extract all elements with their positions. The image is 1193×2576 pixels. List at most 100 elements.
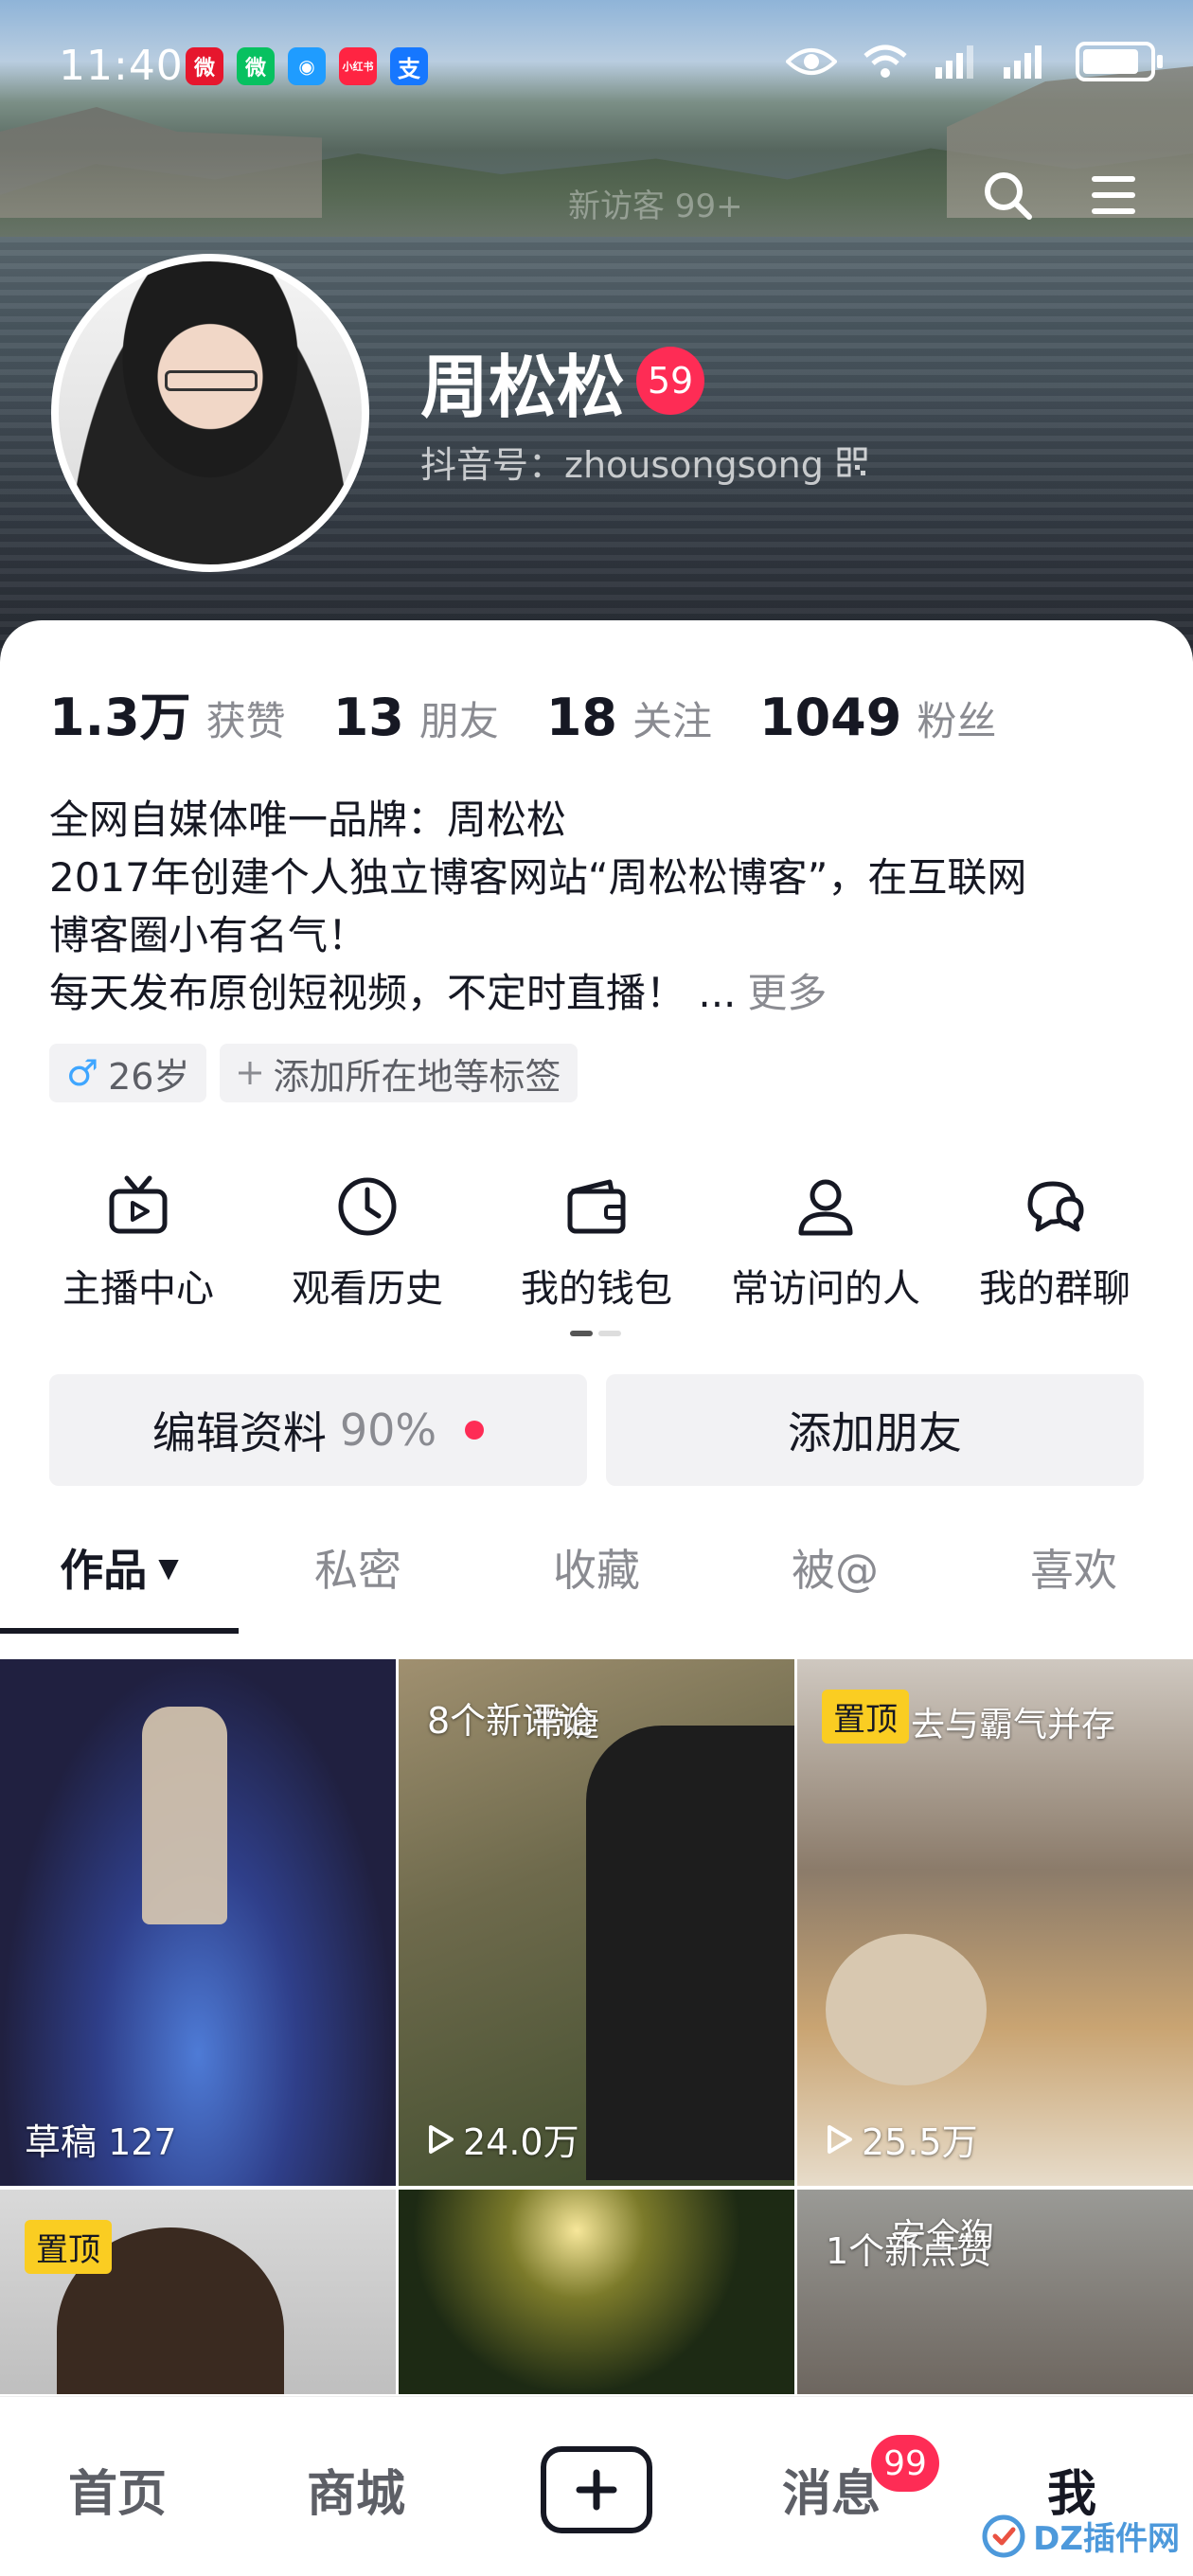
- new-likes-note: 1个新点赞: [826, 2230, 993, 2272]
- play-icon: [429, 2124, 454, 2154]
- stat-label: 获赞: [205, 698, 286, 744]
- corner-watermark-text: DZ插件网: [1033, 2520, 1180, 2558]
- shortcut-wallet[interactable]: 我的钱包: [487, 1172, 706, 1313]
- notification-icons: 微 微 ◉ 小红书 支: [186, 47, 428, 85]
- age-label: 26岁: [108, 1055, 190, 1098]
- chat-bubble-icon: ◉: [288, 47, 326, 85]
- shortcut-frequent-visitors[interactable]: 常访问的人: [716, 1172, 935, 1313]
- profile-name: 周松松: [420, 348, 626, 427]
- bio-line-text: 每天发布原创短视频，不定时直播！ ...: [49, 970, 737, 1016]
- douyin-id[interactable]: 抖音号：zhousongsong: [420, 436, 867, 488]
- tab-label: 私密: [314, 1545, 401, 1596]
- bio-line: 全网自媒体唯一品牌：周松松: [49, 796, 567, 843]
- eye-icon: [786, 48, 837, 75]
- pinned-badge: 置顶: [25, 2220, 112, 2274]
- shortcut-page-indicator: [570, 1331, 621, 1336]
- status-right: [786, 42, 1163, 81]
- video-thumbnail[interactable]: 草稿 127: [0, 1659, 396, 2186]
- play-count-value: 25.5万: [862, 2121, 978, 2163]
- tab-private[interactable]: 私密: [239, 1530, 477, 1605]
- status-time: 11:40: [59, 42, 184, 90]
- weibo-icon: 微: [186, 47, 223, 85]
- tab-works[interactable]: 作品 ▼: [0, 1530, 239, 1634]
- bottom-nav: 首页 商城 消息 99 我 DZ插件网: [0, 2396, 1193, 2576]
- stat-label: 朋友: [418, 698, 499, 744]
- plus-icon: [576, 2469, 617, 2511]
- bio[interactable]: 全网自媒体唯一品牌：周松松 2017年创建个人独立博客网站“周松松博客”，在互联…: [49, 791, 1148, 1022]
- action-buttons: 编辑资料 90% 添加朋友: [49, 1374, 1144, 1486]
- video-thumbnail[interactable]: 置顶: [0, 2190, 396, 2394]
- tab-label: 喜欢: [1030, 1545, 1117, 1596]
- video-thumbnail[interactable]: 去与霸气并存 置顶 25.5万: [797, 1659, 1193, 2186]
- person-icon: [798, 1179, 853, 1236]
- avatar-glasses: [165, 370, 258, 391]
- level-badge[interactable]: 59: [636, 347, 704, 415]
- stat-value: 1.3万: [49, 688, 191, 747]
- douyin-id-text: 抖音号：zhousongsong: [420, 444, 824, 486]
- video-thumbnail[interactable]: 带婕 8个新评论 24.0万: [399, 1659, 794, 2186]
- shortcut-watch-history[interactable]: 观看历史: [258, 1172, 477, 1313]
- create-post-button[interactable]: [541, 2446, 652, 2533]
- video-thumbnail[interactable]: 安全狗 1个新点赞: [797, 2190, 1193, 2394]
- stat-likes[interactable]: 1.3万 获赞: [49, 675, 286, 750]
- avatar[interactable]: [51, 254, 369, 572]
- nav-mall[interactable]: 商城: [307, 2454, 405, 2525]
- add-location-tag[interactable]: 添加所在地等标签: [220, 1044, 579, 1102]
- add-location-label: 添加所在地等标签: [273, 1055, 561, 1098]
- search-icon[interactable]: [981, 169, 1034, 222]
- signal-icon-2: [1004, 45, 1042, 79]
- tab-favorites[interactable]: 收藏: [477, 1530, 716, 1605]
- video-overlay-text: 去与霸气并存: [911, 1706, 1116, 1744]
- add-friend-button[interactable]: 添加朋友: [606, 1374, 1144, 1486]
- tab-likes[interactable]: 喜欢: [954, 1530, 1193, 1605]
- video-thumbnail[interactable]: [399, 2190, 794, 2394]
- stat-value: 1049: [759, 688, 902, 747]
- stat-followers[interactable]: 1049 粉丝: [759, 688, 996, 747]
- tab-mentions[interactable]: 被@: [716, 1530, 954, 1605]
- bio-more-link[interactable]: 更多: [747, 970, 827, 1016]
- page-dot: [598, 1331, 621, 1336]
- tags-row: ♂ 26岁 添加所在地等标签: [49, 1044, 579, 1102]
- play-icon: [828, 2124, 852, 2154]
- signal-icon: [935, 45, 973, 79]
- tab-label: 作品: [60, 1545, 148, 1596]
- tab-label: 收藏: [553, 1545, 640, 1596]
- status-bar: 11:40 微 微 ◉ 小红书 支: [0, 0, 1193, 133]
- shortcut-streamer-center[interactable]: 主播中心: [28, 1172, 248, 1313]
- menu-icon[interactable]: [1087, 169, 1140, 222]
- bio-line: 2017年创建个人独立博客网站“周松松博客”，在互联网: [49, 854, 1027, 901]
- edit-profile-button[interactable]: 编辑资料 90%: [49, 1374, 587, 1486]
- stats-row: 1.3万 获赞 13 朋友 18 关注 1049 粉丝: [49, 675, 1043, 750]
- wifi-icon: [864, 45, 907, 78]
- stat-value: 13: [332, 688, 404, 747]
- nav-home[interactable]: 首页: [68, 2454, 167, 2525]
- top-actions: [981, 169, 1140, 222]
- shortcut-label: 主播中心: [62, 1267, 214, 1311]
- qr-code-icon[interactable]: [837, 447, 867, 477]
- shortcuts-row: 主播中心 观看历史 我的钱包 常访问的人 我的群聊: [28, 1172, 1165, 1313]
- clock-icon: [338, 1177, 397, 1236]
- pinned-badge: 置顶: [822, 1690, 909, 1744]
- bio-line: 博客圈小有名气！: [49, 912, 368, 958]
- messages-badge: 99: [871, 2435, 939, 2492]
- tv-icon: [109, 1175, 168, 1234]
- age-tag[interactable]: ♂ 26岁: [49, 1044, 207, 1102]
- stat-friends[interactable]: 13 朋友: [333, 688, 499, 747]
- edit-profile-label: 编辑资料: [151, 1407, 327, 1458]
- corner-watermark: DZ插件网: [982, 2513, 1180, 2559]
- red-dot-indicator: [465, 1421, 485, 1440]
- shortcut-group-chats[interactable]: 我的群聊: [945, 1172, 1165, 1313]
- nav-messages[interactable]: 消息: [782, 2454, 881, 2525]
- wechat-icon: 微: [237, 47, 275, 85]
- tab-label: 被@: [792, 1545, 879, 1596]
- play-count-value: 24.0万: [463, 2121, 579, 2163]
- banner-watermark: 新访客 99+: [568, 188, 743, 225]
- stat-label: 关注: [632, 698, 713, 744]
- shortcut-label: 我的群聊: [979, 1267, 1131, 1311]
- play-count: 24.0万: [423, 2113, 579, 2165]
- battery-icon: [1076, 42, 1163, 81]
- page-dot-active: [570, 1331, 593, 1336]
- stat-following[interactable]: 18 关注: [546, 688, 712, 747]
- xiaohongshu-icon: 小红书: [339, 47, 377, 85]
- shortcut-label: 我的钱包: [521, 1267, 672, 1311]
